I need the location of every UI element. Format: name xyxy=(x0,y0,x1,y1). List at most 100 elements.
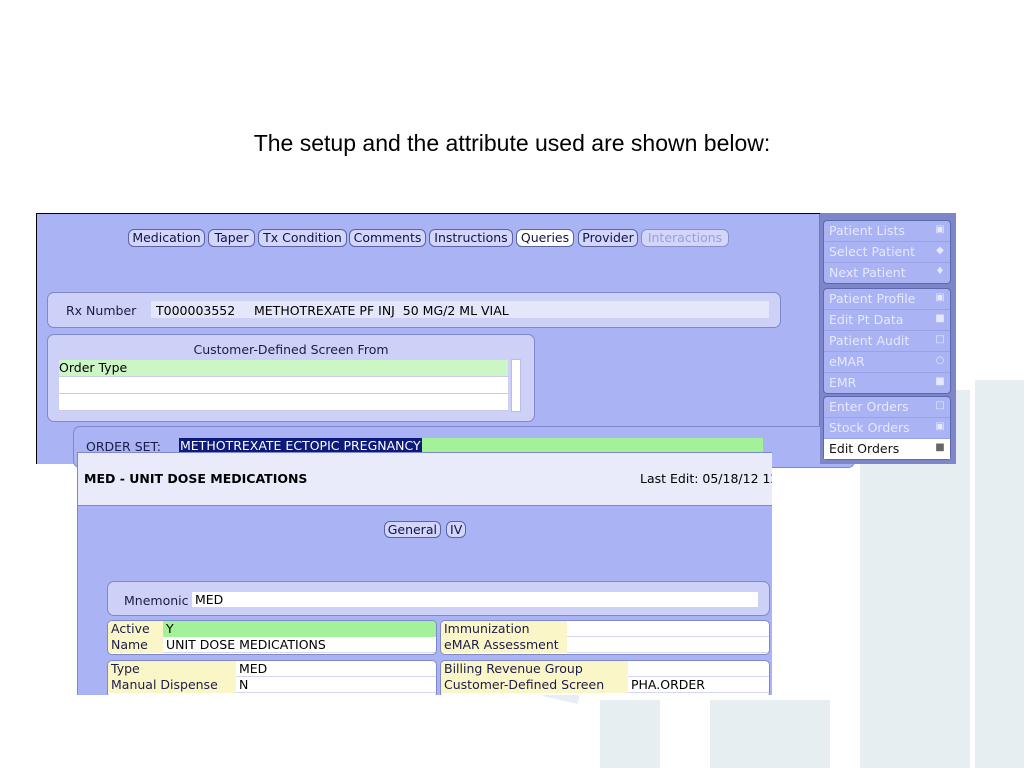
rx-number-box: Rx Number T000003552 METHOTREXATE PF INJ… xyxy=(47,292,781,328)
grid-row-emar-assessment: eMAR Assessment xyxy=(441,637,769,653)
immunization-grid: Immunization eMAR Assessment xyxy=(440,620,770,655)
emar-assessment-label: eMAR Assessment xyxy=(441,637,567,653)
sidebar-item-patient-profile[interactable]: Patient Profile ▣ xyxy=(824,289,950,310)
sidebar-item-edit-orders[interactable]: Edit Orders ■ xyxy=(824,439,950,459)
tab-taper[interactable]: Taper xyxy=(208,229,255,247)
type-label: Type xyxy=(108,661,236,677)
immunization-label: Immunization xyxy=(441,621,567,637)
tab-instructions[interactable]: Instructions xyxy=(429,229,513,247)
grid-row-customer-defined-screen: Customer-Defined Screen PHA.ORDER xyxy=(441,677,769,693)
tab-medication[interactable]: Medication xyxy=(128,229,205,247)
sidebar-item-patient-lists[interactable]: Patient Lists ▣ xyxy=(824,221,950,242)
emr-icon: ■ xyxy=(935,376,945,387)
sidebar-item-label: Edit Orders xyxy=(829,441,900,456)
sidebar-item-next-patient[interactable]: Next Patient ♦ xyxy=(824,263,950,283)
rx-number-value: T000003552 xyxy=(156,303,236,318)
sidebar-item-patient-audit[interactable]: Patient Audit □ xyxy=(824,331,950,352)
tab-queries[interactable]: Queries xyxy=(516,229,574,247)
customer-screen-row[interactable] xyxy=(59,394,508,411)
tab-comments[interactable]: Comments xyxy=(349,229,426,247)
unit-dose-medications-screenshot: MED - UNIT DOSE MEDICATIONS Last Edit: 0… xyxy=(77,452,772,695)
customer-defined-screen-value-field[interactable]: PHA.ORDER xyxy=(628,677,769,693)
customer-screen-row[interactable]: Order Type xyxy=(59,360,508,377)
order-panel: Medication Taper Tx Condition Comments Instr… xyxy=(37,214,855,468)
active-name-grid: Active Y Name UNIT DOSE MEDICATIONS xyxy=(107,620,437,655)
active-label: Active xyxy=(108,621,163,637)
sidebar-item-label: Next Patient xyxy=(829,265,906,280)
edit-pt-data-icon: ■ xyxy=(935,313,945,324)
patient-lists-icon: ▣ xyxy=(935,224,945,235)
customer-defined-screen-box: Customer-Defined Screen From Order Type xyxy=(47,334,535,422)
screen-tab-bar: General IV xyxy=(78,519,772,538)
sidebar-item-stock-orders[interactable]: Stock Orders ▣ xyxy=(824,418,950,439)
grid-row-type: Type MED xyxy=(108,661,436,677)
sidebar-item-label: Stock Orders xyxy=(829,420,910,435)
tab-interactions: Interactions xyxy=(641,229,729,247)
customer-screen-row[interactable] xyxy=(59,377,508,394)
next-patient-icon: ♦ xyxy=(935,266,945,277)
grid-row-active: Active Y xyxy=(108,621,436,637)
enter-orders-icon: □ xyxy=(935,400,945,411)
edit-orders-icon: ■ xyxy=(935,442,945,453)
sidebar-item-label: EMR xyxy=(829,375,857,390)
screen-header: MED - UNIT DOSE MEDICATIONS Last Edit: 0… xyxy=(78,453,772,506)
mnemonic-label: Mnemonic xyxy=(124,593,189,608)
billing-revenue-group-label: Billing Revenue Group xyxy=(441,661,628,677)
action-sidebar: Patient Lists ▣ Select Patient ◆ Next Patien… xyxy=(820,213,956,464)
sidebar-item-emr[interactable]: EMR ■ xyxy=(824,373,950,393)
sidebar-item-edit-pt-data[interactable]: Edit Pt Data ■ xyxy=(824,310,950,331)
order-set-field[interactable]: METHOTREXATE ECTOPIC PREGNANCY xyxy=(179,438,763,453)
type-dispense-grid: Type MED Manual Dispense N xyxy=(107,660,437,695)
sidebar-item-label: Patient Audit xyxy=(829,333,910,348)
mnemonic-value: MED xyxy=(195,592,224,607)
sidebar-item-label: eMAR xyxy=(829,354,865,369)
name-value-field[interactable]: UNIT DOSE MEDICATIONS xyxy=(163,637,436,653)
rx-number-label: Rx Number xyxy=(66,303,137,318)
customer-screen-title: Customer-Defined Screen From xyxy=(193,342,389,357)
tab-iv[interactable]: IV xyxy=(446,521,467,538)
sidebar-item-enter-orders[interactable]: Enter Orders □ xyxy=(824,397,950,418)
sidebar-item-label: Patient Profile xyxy=(829,291,916,306)
grid-row-name: Name UNIT DOSE MEDICATIONS xyxy=(108,637,436,653)
manual-dispense-label: Manual Dispense xyxy=(108,677,236,693)
active-value-field[interactable]: Y xyxy=(163,621,436,637)
customer-defined-screen-label: Customer-Defined Screen xyxy=(441,677,628,693)
emar-icon: ○ xyxy=(935,355,945,366)
patient-profile-icon: ▣ xyxy=(935,292,945,303)
sidebar-item-label: Edit Pt Data xyxy=(829,312,904,327)
tab-provider[interactable]: Provider xyxy=(578,229,638,247)
mnemonic-field[interactable]: MED xyxy=(192,592,758,607)
manual-dispense-value-field[interactable]: N xyxy=(236,677,436,693)
sidebar-item-label: Enter Orders xyxy=(829,399,909,414)
order-set-value: METHOTREXATE ECTOPIC PREGNANCY xyxy=(179,438,422,453)
patient-data-group: Patient Profile ▣ Edit Pt Data ■ Patient Aud… xyxy=(823,288,951,394)
stock-orders-icon: ▣ xyxy=(935,421,945,432)
billing-revenue-group-value-field[interactable] xyxy=(628,661,769,677)
screen-title: MED - UNIT DOSE MEDICATIONS xyxy=(84,471,308,486)
rx-number-field[interactable]: T000003552 METHOTREXATE PF INJ 50 MG/2 M… xyxy=(151,301,769,318)
tab-tx-condition[interactable]: Tx Condition xyxy=(258,229,347,247)
grid-row-billing-revenue-group: Billing Revenue Group xyxy=(441,661,769,677)
sidebar-item-emar[interactable]: eMAR ○ xyxy=(824,352,950,373)
emar-assessment-value-field[interactable] xyxy=(567,637,769,653)
orders-group: Enter Orders □ Stock Orders ▣ Edit Orders ■ xyxy=(823,396,951,460)
customer-screen-scrollbar[interactable] xyxy=(511,359,521,412)
name-label: Name xyxy=(108,637,163,653)
slide-title: The setup and the attribute used are sho… xyxy=(253,130,771,156)
patient-audit-icon: □ xyxy=(935,334,945,345)
sidebar-item-label: Patient Lists xyxy=(829,223,905,238)
tab-general[interactable]: General xyxy=(383,521,441,538)
mnemonic-box: Mnemonic MED xyxy=(107,581,770,616)
last-edit-text: Last Edit: 05/18/12 12 xyxy=(640,471,772,486)
rx-drug-description: METHOTREXATE PF INJ 50 MG/2 ML VIAL xyxy=(254,303,509,318)
grid-row-immunization: Immunization xyxy=(441,621,769,637)
select-patient-icon: ◆ xyxy=(936,245,944,256)
sidebar-item-select-patient[interactable]: Select Patient ◆ xyxy=(824,242,950,263)
grid-row-manual-dispense: Manual Dispense N xyxy=(108,677,436,693)
immunization-value-field[interactable] xyxy=(567,621,769,637)
billing-screen-grid: Billing Revenue Group Customer-Defined S… xyxy=(440,660,770,695)
sidebar-item-label: Select Patient xyxy=(829,244,916,259)
patient-navigation-group: Patient Lists ▣ Select Patient ◆ Next Patien… xyxy=(823,220,951,284)
order-entry-screenshot: Medication Taper Tx Condition Comments Instr… xyxy=(36,213,956,468)
type-value-field[interactable]: MED xyxy=(236,661,436,677)
